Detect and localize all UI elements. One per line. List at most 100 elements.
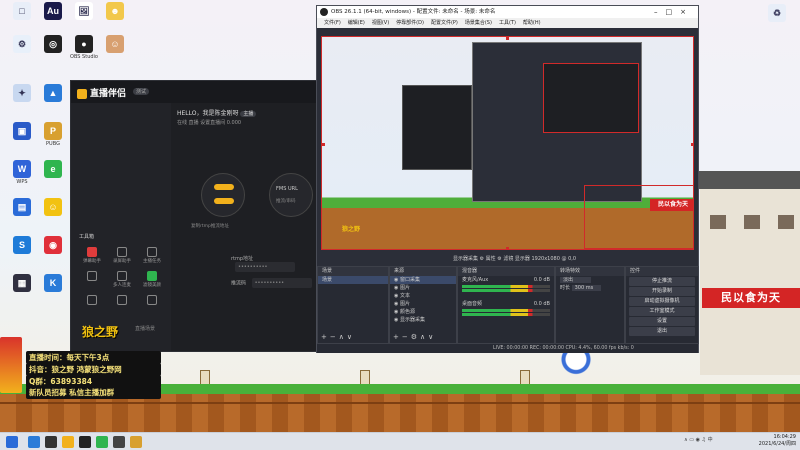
- recycle-bin[interactable]: ♻: [760, 4, 794, 23]
- obs-window: OBS 26.1.1 (64-bit, windows) - 配置文件: 未命名…: [316, 5, 699, 353]
- taskbar-app-icon[interactable]: [79, 436, 91, 448]
- tool-icon: [117, 295, 127, 305]
- menu-item[interactable]: 编辑(E): [348, 20, 365, 26]
- version-badge: 测试: [133, 88, 150, 95]
- app-logo: 直播伴侣: [77, 86, 126, 99]
- source-item[interactable]: ◉ 图片: [390, 300, 456, 308]
- clock[interactable]: 16:04:29 2021/6/24/周四: [759, 434, 796, 448]
- desktop-icon[interactable]: ▲: [36, 84, 70, 103]
- preview-obs-window: [472, 42, 642, 202]
- tool-icon: [117, 247, 127, 257]
- tool-button[interactable]: [107, 293, 137, 317]
- tool-button[interactable]: 主播任务: [137, 245, 167, 269]
- desktop-icon[interactable]: e: [36, 160, 70, 179]
- taskbar-app-icon[interactable]: [96, 436, 108, 448]
- fms-sub: 推流/串码: [276, 199, 296, 204]
- desktop-icon[interactable]: ● OBS Studio: [67, 35, 101, 60]
- tool-button[interactable]: [77, 293, 107, 317]
- desktop-icon[interactable]: ▣: [5, 122, 39, 141]
- app-icon: ☺: [44, 198, 62, 216]
- scenes-controls[interactable]: +−∧∨: [321, 333, 355, 341]
- app-icon: e: [44, 160, 62, 178]
- desktop-icon[interactable]: P PUBG: [36, 122, 70, 147]
- app-titlebar[interactable]: 直播伴侣 测试: [71, 81, 316, 103]
- app-icon: ●: [75, 35, 93, 53]
- taskbar-app-icon[interactable]: [45, 436, 57, 448]
- start-pill[interactable]: [214, 198, 234, 204]
- app-icon: P: [44, 122, 62, 140]
- desktop-icon[interactable]: S: [5, 236, 39, 255]
- tray-icons[interactable]: ∧ ▭ ◉ ♫ 中: [684, 436, 713, 443]
- desktop-icon[interactable]: ▦: [5, 274, 39, 293]
- tool-button[interactable]: [77, 269, 107, 293]
- duration-row[interactable]: 时长 300 ms: [556, 284, 624, 292]
- desktop-icon[interactable]: ☺: [98, 35, 132, 54]
- control-button[interactable]: 停止推流: [629, 277, 695, 286]
- taskbar-app-icon[interactable]: [62, 436, 74, 448]
- source-item[interactable]: ◉ 图片: [390, 284, 456, 292]
- window-controls[interactable]: –□×: [654, 6, 694, 18]
- menu-item[interactable]: 帮助(H): [523, 20, 541, 26]
- control-button[interactable]: 退出: [629, 327, 695, 336]
- live-circle[interactable]: [201, 173, 245, 217]
- desktop-icon[interactable]: W WPS: [5, 160, 39, 185]
- obs-logo-icon: [320, 8, 328, 16]
- taskbar-app-icon[interactable]: [113, 436, 125, 448]
- desktop-icon[interactable]: ▤: [5, 198, 39, 217]
- menu-item[interactable]: 停靠部件(D): [396, 20, 424, 26]
- tool-button[interactable]: 录屏助手: [107, 245, 137, 269]
- scenes-panel: 场景 场景 +−∧∨: [317, 266, 389, 344]
- source-item[interactable]: ◉ 显示器采集: [390, 316, 456, 324]
- desktop-icon[interactable]: K: [36, 274, 70, 293]
- tool-button[interactable]: 弹幕助手: [77, 245, 107, 269]
- obs-menubar: 文件(F) 编辑(E) 视图(V) 停靠部件(D) 配置文件(P) 场景集合(S) 工具(T…: [317, 18, 698, 28]
- desktop-icon[interactable]: ☻: [98, 2, 132, 21]
- control-button[interactable]: 开始录制: [629, 287, 695, 296]
- taskbar: ∧ ▭ ◉ ♫ 中 16:04:29 2021/6/24/周四: [0, 432, 800, 450]
- desktop-icon[interactable]: Au: [36, 2, 70, 21]
- source-item[interactable]: ◉ 颜色源: [390, 308, 456, 316]
- menu-item[interactable]: 配置文件(P): [431, 20, 458, 26]
- desktop-icon[interactable]: ⚙: [5, 35, 39, 54]
- banner-text: 民以食为天: [702, 288, 800, 308]
- tool-button[interactable]: [137, 293, 167, 317]
- tool-button[interactable]: 滤镜美颜: [137, 269, 167, 293]
- sources-controls[interactable]: +−⚙∧∨: [393, 333, 436, 341]
- source-label: 图片: [399, 285, 410, 291]
- fms-circle[interactable]: FMS URL 推流/串码: [269, 173, 313, 217]
- mixer-header: 混音器: [458, 267, 554, 276]
- control-button[interactable]: 启动虚拟摄像机: [629, 297, 695, 306]
- start-icon[interactable]: [6, 436, 18, 448]
- obs-titlebar[interactable]: OBS 26.1.1 (64-bit, windows) - 配置文件: 未命名…: [317, 6, 698, 18]
- source-item[interactable]: ◉ 窗口采集: [390, 276, 456, 284]
- menu-item[interactable]: 工具(T): [499, 20, 516, 26]
- live-pill[interactable]: [214, 184, 234, 190]
- desktop-icon[interactable]: 🖼: [67, 2, 101, 21]
- key-field[interactable]: ••••••••••: [251, 278, 312, 288]
- app-icon: ✦: [13, 84, 31, 102]
- rtmp-field[interactable]: ••••••••••: [235, 262, 295, 272]
- menu-item[interactable]: 视图(V): [372, 20, 389, 26]
- desktop-icon[interactable]: ◎: [36, 35, 70, 54]
- desktop-icon[interactable]: ◉: [36, 236, 70, 255]
- rtmp-row: rtmp地址 ••••••••••: [231, 255, 316, 272]
- menu-item[interactable]: 场景集合(S): [465, 20, 492, 26]
- menu-item[interactable]: 文件(F): [324, 20, 341, 26]
- source-item[interactable]: ◉ 文本: [390, 292, 456, 300]
- source-toolbar[interactable]: 显示器采集 ⚙ 属性 ⚙ 滤镜 显示器 1920x1080 @ 0,0: [453, 255, 699, 264]
- control-button[interactable]: 设置: [629, 317, 695, 326]
- tool-icon: [147, 271, 157, 281]
- desktop-icon[interactable]: ☺: [36, 198, 70, 217]
- taskbar-app-icon[interactable]: [130, 436, 142, 448]
- control-button[interactable]: 工作室模式: [629, 307, 695, 316]
- obs-preview[interactable]: 民以食为天 狼之野: [321, 36, 694, 250]
- mixer-channel-2: 桌面音频 0.0 dB: [462, 301, 550, 307]
- transition-select[interactable]: 淡出: [556, 276, 624, 284]
- scene-item[interactable]: 场景: [318, 276, 388, 284]
- desktop-icon[interactable]: □: [5, 2, 39, 21]
- desktop-icon[interactable]: ✦: [5, 84, 39, 103]
- source-bounding-box[interactable]: [584, 185, 693, 249]
- tool-button[interactable]: 多人连麦: [107, 269, 137, 293]
- taskbar-app-icon[interactable]: [28, 436, 40, 448]
- preview-title: 狼之野: [342, 226, 361, 233]
